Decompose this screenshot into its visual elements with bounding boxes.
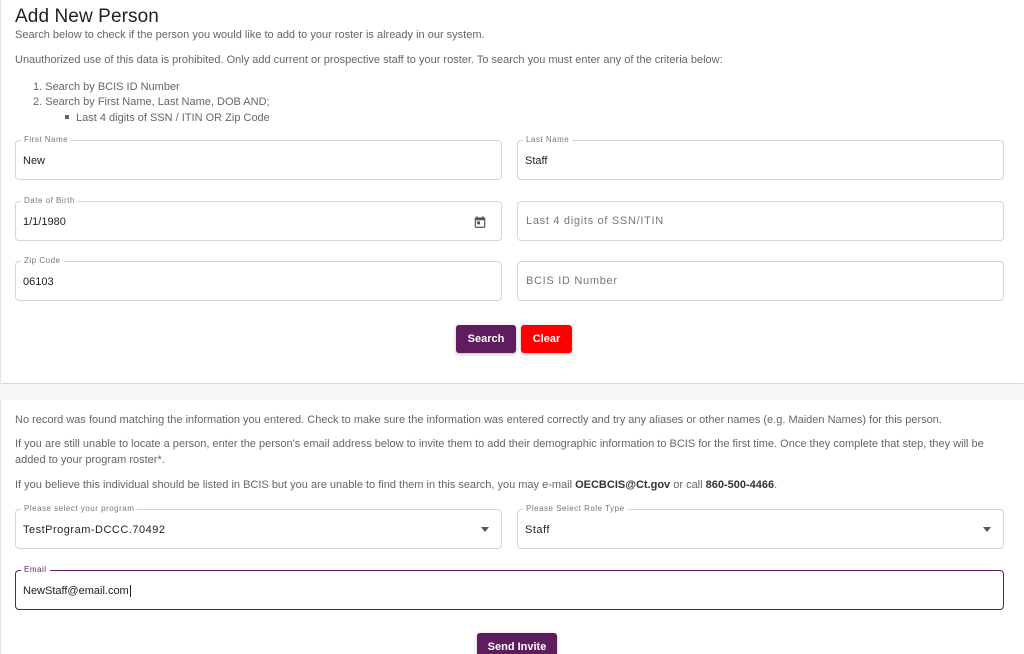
email-field[interactable]: Email NewStaff@email.com (15, 565, 1004, 610)
bullet-icon (65, 115, 69, 120)
contact-suffix: . (774, 479, 778, 491)
sub-criteria-label: Last 4 digits of SSN / ITIN OR Zip Code (76, 112, 270, 124)
contact-prefix: If you believe this individual should be… (15, 479, 576, 491)
program-label: Please select your program (21, 504, 138, 514)
search-button[interactable]: Search (456, 325, 516, 353)
section-divider (0, 384, 1024, 400)
invite-card: No record was found matching the informa… (0, 400, 1024, 654)
dob-field[interactable]: Date of Birth 1/1/1980 (15, 196, 502, 241)
clear-button[interactable]: Clear (521, 325, 572, 353)
warning-text: Unauthorized use of this data is prohibi… (15, 54, 723, 66)
email-text: NewStaff@email.com (23, 585, 129, 597)
send-invite-button[interactable]: Send Invite (477, 633, 557, 654)
last-name-value: Staff (525, 155, 548, 167)
page-title: Add New Person (15, 6, 159, 27)
zip-code-field[interactable]: Zip Code 06103 (15, 256, 502, 301)
ssn-placeholder: Last 4 digits of SSN/ITIN (526, 215, 664, 227)
contact-info: If you believe this individual should be… (15, 477, 777, 493)
role-type-value: Staff (525, 524, 550, 536)
bcis-id-placeholder: BCIS ID Number (526, 275, 618, 287)
criteria-item: 2. Search by First Name, Last Name, DOB … (33, 96, 270, 108)
zip-code-value: 06103 (23, 276, 54, 288)
chevron-down-icon[interactable] (983, 527, 991, 532)
chevron-down-icon[interactable] (481, 527, 489, 532)
criteria-item: 1. Search by BCIS ID Number (33, 81, 180, 93)
dob-label: Date of Birth (21, 196, 78, 206)
first-name-label: First Name (21, 135, 72, 145)
role-type-label: Please Select Role Type (523, 504, 628, 514)
page-subtitle: Search below to check if the person you … (15, 29, 485, 41)
dob-value: 1/1/1980 (23, 216, 66, 228)
first-name-value: New (23, 155, 46, 167)
calendar-icon[interactable] (473, 215, 487, 229)
email-label: Email (21, 565, 50, 575)
contact-mid: or call (670, 479, 706, 491)
search-card: Add New Person Search below to check if … (0, 0, 1024, 383)
invite-instructions-line1: If you are still unable to locate a pers… (15, 438, 984, 450)
program-select[interactable]: Please select your program TestProgram-D… (15, 504, 502, 549)
bcis-id-field[interactable]: BCIS ID Number (517, 261, 1004, 301)
invite-instructions-line2: added to your program roster*. (15, 454, 165, 466)
zip-code-label: Zip Code (21, 256, 64, 266)
last-name-field[interactable]: Last Name Staff (517, 135, 1004, 180)
contact-phone: 860-500-4466 (705, 479, 775, 491)
role-type-select[interactable]: Please Select Role Type Staff (517, 504, 1004, 549)
first-name-field[interactable]: First Name New (15, 135, 502, 180)
text-cursor (129, 585, 131, 598)
sub-criteria-item: Last 4 digits of SSN / ITIN OR Zip Code (65, 112, 270, 124)
last-name-label: Last Name (523, 135, 573, 145)
program-value: TestProgram-DCCC.70492 (23, 524, 166, 536)
contact-email: OECBCIS@Ct.gov (575, 479, 671, 491)
no-record-message: No record was found matching the informa… (15, 414, 942, 426)
email-value: NewStaff@email.com (23, 585, 131, 598)
ssn-field[interactable]: Last 4 digits of SSN/ITIN (517, 201, 1004, 241)
